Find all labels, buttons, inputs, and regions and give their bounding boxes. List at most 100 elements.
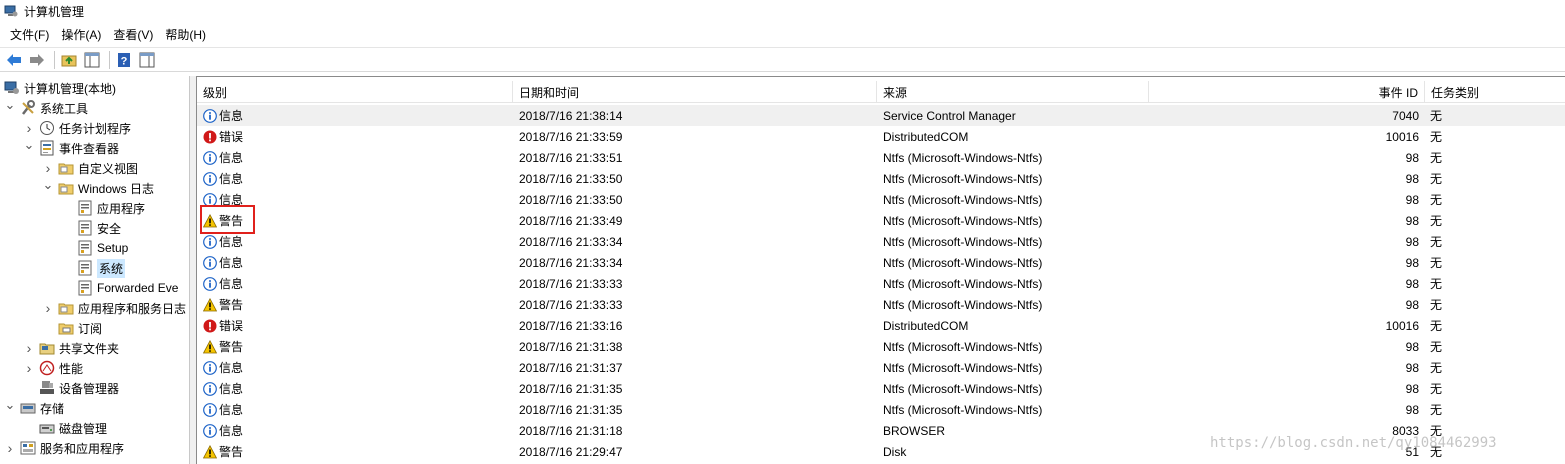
tree-item[interactable]: › 任务计划程序: [23, 118, 131, 138]
event-row[interactable]: 信息 2018/7/16 21:38:14 Service Control Mana…: [197, 105, 1565, 126]
column-header-level[interactable]: 级别: [197, 81, 513, 103]
event-level-cell: 警告: [202, 336, 503, 357]
event-row[interactable]: 信息 2018/7/16 21:33:51 Ntfs (Microsoft-Wind…: [197, 147, 1565, 168]
event-level-text: 警告: [219, 298, 244, 312]
help-button[interactable]: ?: [114, 50, 134, 70]
warning-icon: [202, 297, 218, 311]
event-row[interactable]: 信息 2018/7/16 21:33:34 Ntfs (Microsoft-Wind…: [197, 231, 1565, 252]
performance-icon: [39, 360, 55, 376]
tree-item-label: 性能: [59, 361, 84, 376]
event-row[interactable]: 信息 2018/7/16 21:33:33 Ntfs (Microsoft-Wind…: [197, 273, 1565, 294]
event-level-cell: 信息: [203, 231, 503, 252]
tree-item-label: 系统: [97, 258, 126, 278]
column-header-task-category[interactable]: 任务类别: [1425, 81, 1565, 103]
tree-item[interactable]: 安全: [61, 218, 121, 238]
tree-item[interactable]: › 服务和应用程序: [4, 438, 124, 458]
back-button[interactable]: [4, 50, 24, 70]
tree-item[interactable]: Forwarded Eve: [61, 278, 178, 298]
tree-item-icon: [39, 360, 55, 376]
event-level-icon: [203, 381, 217, 396]
event-level-text: 信息: [219, 172, 244, 186]
event-row[interactable]: 警告 2018/7/16 21:31:38 Ntfs (Microsoft-Wind…: [197, 336, 1565, 357]
tree-item[interactable]: ⌄ 存储: [4, 395, 64, 418]
event-row[interactable]: 警告 2018/7/16 21:33:49 Ntfs (Microsoft-Wind…: [197, 210, 1565, 231]
tree-item[interactable]: 磁盘管理: [23, 418, 107, 438]
event-row[interactable]: 信息 2018/7/16 21:33:34 Ntfs (Microsoft-Wind…: [197, 252, 1565, 273]
tree-item[interactable]: 系统: [61, 258, 126, 278]
chevron-right-icon[interactable]: ›: [42, 298, 54, 318]
event-row[interactable]: 信息 2018/7/16 21:31:35 Ntfs (Microsoft-Wind…: [197, 399, 1565, 420]
event-category-cell: 无: [1430, 172, 1443, 186]
tree-item[interactable]: › 自定义视图: [42, 158, 138, 178]
chevron-down-icon[interactable]: ⌄: [23, 135, 35, 155]
event-level-icon: [202, 297, 218, 312]
tree-item[interactable]: ⌄ 事件查看器: [23, 135, 119, 158]
tree-item[interactable]: › 共享文件夹: [23, 338, 119, 358]
services-icon: [20, 441, 36, 455]
forward-button[interactable]: [27, 50, 47, 70]
tree-item[interactable]: ⌄ Windows 日志: [42, 175, 154, 198]
up-folder-button[interactable]: [59, 50, 79, 70]
chevron-right-icon[interactable]: ›: [23, 338, 35, 358]
event-id-cell: 98: [1405, 360, 1419, 375]
event-row[interactable]: 错误 2018/7/16 21:33:59 DistributedCOM 10016 无: [197, 126, 1565, 147]
tree-item[interactable]: 应用程序: [61, 198, 145, 218]
event-level-cell: 信息: [203, 252, 503, 273]
log-icon: [78, 260, 92, 276]
menu-file[interactable]: 文件(F): [4, 26, 55, 43]
event-level-text: 信息: [219, 256, 244, 270]
column-header-event-id[interactable]: 事件 ID: [1149, 81, 1425, 103]
tree-item[interactable]: › 性能: [23, 358, 83, 378]
tree-item-label: 应用程序和服务日志: [78, 301, 187, 316]
tree-item[interactable]: 计算机管理(本地): [4, 78, 116, 98]
event-date-cell: 2018/7/16 21:33:59: [519, 129, 623, 144]
event-category-cell: 无: [1430, 235, 1443, 249]
forward-icon: [30, 53, 44, 66]
chevron-right-icon[interactable]: ›: [4, 438, 16, 458]
info-icon: [203, 360, 217, 375]
event-date-cell: 2018/7/16 21:31:18: [519, 423, 623, 438]
info-icon: [203, 171, 217, 186]
tree-item[interactable]: 订阅: [42, 318, 102, 338]
event-id-cell: 98: [1405, 381, 1419, 396]
chevron-down-icon[interactable]: ⌄: [4, 95, 16, 115]
column-header-date[interactable]: 日期和时间: [513, 81, 877, 103]
chevron-down-icon[interactable]: ⌄: [42, 175, 54, 195]
tree-item[interactable]: ⌄ 系统工具: [4, 95, 88, 118]
tree-item[interactable]: 设备管理器: [23, 378, 119, 398]
annotation-highlight-box: [200, 205, 255, 234]
menu-view[interactable]: 查看(V): [107, 26, 159, 43]
event-id-cell: 98: [1405, 402, 1419, 417]
tree-item-icon: [20, 400, 36, 416]
tree-item[interactable]: › 应用程序和服务日志: [42, 298, 186, 318]
event-date-cell: 2018/7/16 21:33:33: [519, 297, 623, 312]
menu-help[interactable]: 帮助(H): [159, 26, 212, 43]
event-source-cell: Ntfs (Microsoft-Windows-Ntfs): [883, 297, 1043, 312]
event-source-cell: Ntfs (Microsoft-Windows-Ntfs): [883, 360, 1043, 375]
event-date-cell: 2018/7/16 21:33:33: [519, 276, 623, 291]
menu-action[interactable]: 操作(A): [55, 26, 107, 43]
chevron-right-icon[interactable]: ›: [23, 358, 35, 378]
event-source-cell: Ntfs (Microsoft-Windows-Ntfs): [883, 171, 1043, 186]
event-category-cell: 无: [1430, 193, 1443, 207]
error-icon: [203, 319, 217, 332]
event-row[interactable]: 信息 2018/7/16 21:33:50 Ntfs (Microsoft-Wind…: [197, 168, 1565, 189]
event-level-cell: 信息: [203, 399, 503, 420]
event-id-cell: 98: [1405, 213, 1419, 228]
event-row[interactable]: 错误 2018/7/16 21:33:16 DistributedCOM 10016 无: [197, 315, 1565, 336]
show-action-pane-button[interactable]: [137, 50, 157, 70]
event-id-cell: 10016: [1385, 318, 1419, 333]
event-row[interactable]: 信息 2018/7/16 21:31:35 Ntfs (Microsoft-Wind…: [197, 378, 1565, 399]
event-row[interactable]: 警告 2018/7/16 21:33:33 Ntfs (Microsoft-Wind…: [197, 294, 1565, 315]
event-row[interactable]: 信息 2018/7/16 21:33:50 Ntfs (Microsoft-Wind…: [197, 189, 1565, 210]
event-id-cell: 98: [1405, 234, 1419, 249]
event-level-text: 信息: [219, 382, 244, 396]
event-source-cell: Ntfs (Microsoft-Windows-Ntfs): [883, 276, 1043, 291]
column-header-source[interactable]: 来源: [877, 81, 1149, 103]
chevron-down-icon[interactable]: ⌄: [4, 395, 16, 415]
event-row[interactable]: 信息 2018/7/16 21:31:37 Ntfs (Microsoft-Wind…: [197, 357, 1565, 378]
tree-item[interactable]: Setup: [61, 238, 128, 258]
show-hide-tree-button[interactable]: [82, 50, 102, 70]
